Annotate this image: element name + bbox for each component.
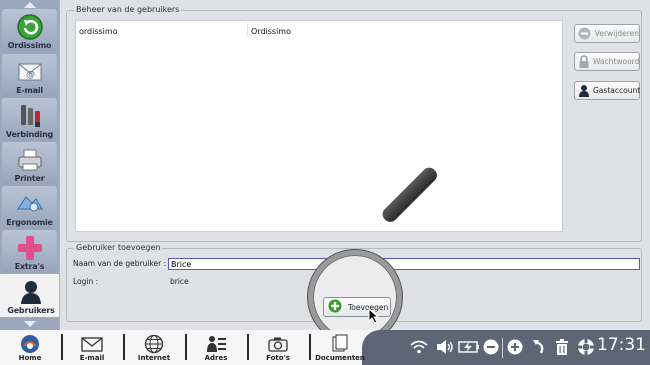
username-label: Naam van de gebruiker : bbox=[73, 259, 167, 268]
delete-button[interactable]: Verwijderen bbox=[574, 24, 640, 43]
chevron-up-icon bbox=[23, 2, 36, 8]
users-management-group: Beheer van de gebruikers ordissimo Ordis… bbox=[66, 5, 642, 242]
sidebar-item-label: Gebruikers bbox=[7, 306, 55, 315]
sidebar-item-gebruikers[interactable]: Gebruikers bbox=[0, 274, 62, 317]
envelope-icon bbox=[81, 334, 103, 354]
taskbar-separator bbox=[185, 334, 187, 360]
home-icon bbox=[19, 334, 41, 354]
lock-icon bbox=[578, 55, 590, 69]
login-value: brice bbox=[170, 277, 189, 286]
printer-icon bbox=[15, 146, 45, 174]
taskbar-label: E-mail bbox=[79, 354, 105, 362]
taskbar-label: Home bbox=[18, 354, 42, 362]
add-user-section-title: Gebruiker toevoegen bbox=[74, 243, 163, 252]
users-section-title: Beheer van de gebruikers bbox=[74, 5, 182, 14]
mouse-cursor-icon bbox=[368, 307, 380, 328]
email-icon: @ bbox=[15, 58, 45, 86]
sidebar-item-label: Ergonomie bbox=[6, 218, 53, 227]
sidebar-item-label: Ordissimo bbox=[7, 41, 52, 50]
tray-separator bbox=[502, 338, 503, 358]
sidebar-item-ergonomie[interactable]: Ergonomie bbox=[2, 186, 57, 229]
taskbar-separator bbox=[309, 334, 311, 360]
guest-account-button-label: Gastaccount bbox=[593, 86, 641, 95]
sidebar-scroll-up[interactable] bbox=[0, 1, 59, 9]
login-label: Login : bbox=[73, 277, 99, 286]
sidebar: Ordissimo @ E-mail Verbinding Printer Er… bbox=[0, 0, 62, 330]
username-input[interactable] bbox=[168, 258, 640, 270]
sidebar-item-email[interactable]: @ E-mail bbox=[2, 54, 57, 97]
column-divider bbox=[247, 23, 248, 37]
taskbar-label: Adres bbox=[204, 354, 228, 362]
wifi-icon[interactable] bbox=[409, 336, 429, 358]
minus-circle-icon bbox=[578, 27, 592, 41]
plus-icon bbox=[15, 234, 45, 262]
globe-icon bbox=[144, 334, 164, 354]
taskbar-separator bbox=[247, 334, 249, 360]
table-cell-login[interactable]: ordissimo bbox=[79, 27, 118, 36]
taskbar-adres[interactable]: Adres bbox=[188, 331, 244, 365]
trash-icon[interactable] bbox=[553, 336, 571, 358]
password-button-label: Wachtwoord bbox=[593, 57, 640, 66]
connection-icon bbox=[15, 102, 45, 130]
taskbar-label: Documenten bbox=[315, 354, 365, 362]
password-button[interactable]: Wachtwoord bbox=[574, 52, 640, 71]
svg-text:@: @ bbox=[26, 70, 35, 80]
chevron-down-icon bbox=[23, 321, 36, 327]
zoom-in-icon[interactable] bbox=[506, 336, 524, 358]
table-cell-name[interactable]: Ordissimo bbox=[251, 27, 291, 36]
sidebar-scroll-down[interactable] bbox=[0, 320, 59, 328]
sidebar-item-label: Extra's bbox=[14, 262, 45, 271]
sidebar-item-printer[interactable]: Printer bbox=[2, 142, 57, 185]
taskbar-fotos[interactable]: Foto's bbox=[250, 331, 306, 365]
camera-icon bbox=[268, 334, 288, 354]
sidebar-item-label: E-mail bbox=[16, 86, 43, 95]
delete-button-label: Verwijderen bbox=[594, 29, 639, 38]
sidebar-item-label: Verbinding bbox=[5, 130, 54, 139]
documents-icon bbox=[330, 334, 350, 354]
taskbar-internet[interactable]: Internet bbox=[126, 331, 182, 365]
sidebar-item-extras[interactable]: Extra's bbox=[2, 230, 57, 273]
guest-account-button[interactable]: Gastaccount bbox=[574, 81, 640, 100]
battery-charging-icon bbox=[457, 336, 481, 358]
user-icon bbox=[16, 278, 46, 306]
taskbar-documenten[interactable]: Documenten bbox=[312, 331, 368, 365]
volume-icon[interactable] bbox=[435, 336, 455, 358]
undo-icon[interactable] bbox=[530, 336, 548, 358]
plus-circle-icon bbox=[328, 298, 342, 317]
taskbar-separator bbox=[123, 334, 125, 360]
clock: 17:31 bbox=[597, 335, 646, 355]
back-arrow-icon bbox=[15, 13, 45, 41]
taskbar-label: Foto's bbox=[266, 354, 290, 362]
zoom-out-icon[interactable] bbox=[482, 336, 500, 358]
users-table[interactable]: ordissimo Ordissimo bbox=[75, 20, 563, 232]
sidebar-item-verbinding[interactable]: Verbinding bbox=[2, 98, 57, 141]
taskbar-separator bbox=[61, 334, 63, 360]
taskbar-label: Internet bbox=[137, 354, 171, 362]
add-user-button[interactable]: Toevoegen bbox=[323, 297, 391, 317]
contacts-icon bbox=[205, 334, 227, 354]
taskbar-home[interactable]: Home bbox=[2, 331, 58, 365]
help-lifebuoy-icon[interactable] bbox=[576, 336, 596, 358]
user-icon bbox=[578, 84, 590, 98]
sidebar-item-label: Printer bbox=[14, 174, 45, 183]
ergonomics-icon bbox=[15, 190, 45, 218]
sidebar-item-ordissimo[interactable]: Ordissimo bbox=[2, 9, 57, 52]
taskbar-email[interactable]: E-mail bbox=[64, 331, 120, 365]
